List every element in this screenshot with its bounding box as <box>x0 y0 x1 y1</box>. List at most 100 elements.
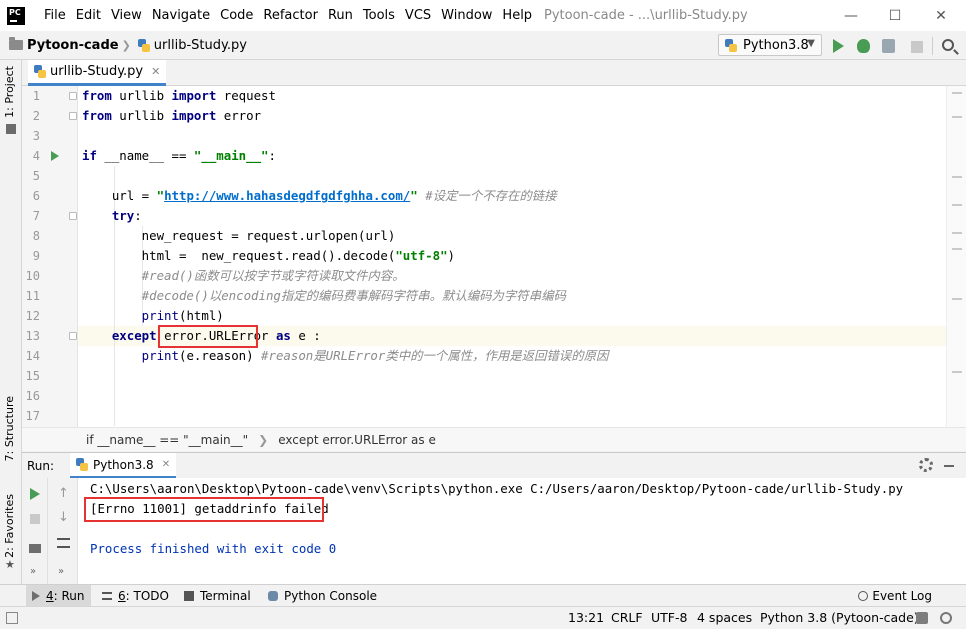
tool-window-toggle-icon[interactable] <box>6 612 18 624</box>
code-line-7: try: <box>82 208 142 223</box>
run-icon[interactable] <box>833 39 844 53</box>
menu-refactor[interactable]: Refactor <box>258 0 323 31</box>
annotation-highlight-error <box>84 497 324 522</box>
code-line-10: #read()函数可以按字节或字符读取文件内容。 <box>82 268 405 283</box>
close-icon[interactable]: ✕ <box>918 0 964 31</box>
breadcrumb-except[interactable]: except error.URLError as e <box>278 433 436 447</box>
tool-tab-run-number: 4 <box>46 589 54 603</box>
menu-bar: File Edit View Navigate Code Refactor Ru… <box>39 0 537 31</box>
menu-code[interactable]: Code <box>215 0 258 31</box>
breadcrumb-project[interactable]: Pytoon-cade <box>0 37 119 53</box>
fold-marker-icon[interactable] <box>69 92 77 100</box>
menu-navigate[interactable]: Navigate <box>147 0 215 31</box>
bottom-tool-tabs: 4: Run 6: TODO Terminal Python Console E… <box>0 584 966 607</box>
arrow-up-icon[interactable]: ↑ <box>58 486 69 501</box>
caret-position[interactable]: 13:21 <box>568 610 604 625</box>
soft-wrap-icon[interactable] <box>57 538 70 548</box>
tool-tab-run[interactable]: 4: Run <box>26 585 91 607</box>
breadcrumb-if-main[interactable]: if __name__ == "__main__" <box>86 433 248 447</box>
breadcrumb-file[interactable]: urllib-Study.py <box>134 38 247 53</box>
editor-scroll-strip[interactable] <box>946 86 966 427</box>
menu-edit[interactable]: Edit <box>71 0 106 31</box>
stripe-mark[interactable] <box>952 248 962 250</box>
stop-icon[interactable] <box>911 41 923 53</box>
tool-tab-todo[interactable]: 6: TODO <box>96 585 175 607</box>
menu-tools[interactable]: Tools <box>358 0 400 31</box>
file-name: urllib-Study.py <box>153 37 247 53</box>
line-number: 11 <box>25 289 40 303</box>
lock-icon[interactable] <box>916 612 928 624</box>
editor-gutter: 1 2 3 4 5 6 7 8 9 10 11 12 13 14 15 16 1… <box>22 86 78 427</box>
run-configuration-select[interactable]: Python3.8 ▼ <box>718 34 822 56</box>
code-line-12: print(html) <box>82 308 224 323</box>
title-bar: PC File Edit View Navigate Code Refactor… <box>0 0 966 31</box>
run-tab-python38[interactable]: Python3.8 ✕ <box>70 453 177 479</box>
structure-tool-tab[interactable]: 7: Structure <box>3 396 16 461</box>
debug-icon[interactable] <box>857 39 870 53</box>
coverage-icon[interactable] <box>882 39 895 53</box>
line-number: 15 <box>25 369 40 383</box>
terminal-icon <box>184 591 194 601</box>
editor-tab-urllib-study[interactable]: urllib-Study.py ✕ <box>28 60 167 86</box>
code-line-14: print(e.reason) #reason是URLError类中的一个属性，… <box>82 348 609 363</box>
stripe-mark[interactable] <box>952 176 962 178</box>
layout-icon[interactable] <box>29 544 41 553</box>
stripe-mark[interactable] <box>952 92 962 94</box>
line-number: 10 <box>25 269 40 283</box>
search-icon[interactable] <box>942 39 954 51</box>
fold-marker-icon[interactable] <box>69 332 77 340</box>
indent-setting[interactable]: 4 spaces <box>697 610 752 625</box>
interpreter-status[interactable]: Python 3.8 (Pytoon-cade) <box>760 610 919 625</box>
more-icon[interactable]: » <box>58 566 64 577</box>
tool-tab-event-log[interactable]: Event Log <box>858 585 932 607</box>
chevron-right-icon: ❯ <box>121 38 131 52</box>
menu-vcs[interactable]: VCS <box>400 0 436 31</box>
line-number: 9 <box>32 249 40 263</box>
fold-marker-icon[interactable] <box>69 112 77 120</box>
stripe-mark[interactable] <box>952 371 962 373</box>
event-log-label: Event Log <box>872 589 932 603</box>
menu-run[interactable]: Run <box>323 0 358 31</box>
line-separator[interactable]: CRLF <box>611 610 643 625</box>
code-text: from urllib import request from urllib i… <box>82 86 946 427</box>
folder-icon <box>9 37 23 50</box>
hide-panel-icon[interactable] <box>944 465 954 467</box>
file-encoding[interactable]: UTF-8 <box>651 610 687 625</box>
minimize-icon[interactable]: — <box>828 0 874 31</box>
gear-icon[interactable] <box>919 458 933 472</box>
run-panel-label: Run: <box>27 458 55 473</box>
stripe-mark[interactable] <box>952 116 962 118</box>
status-bar: 13:21 CRLF UTF-8 4 spaces Python 3.8 (Py… <box>0 606 966 629</box>
stop-icon[interactable] <box>30 514 40 524</box>
code-editor[interactable]: 1 2 3 4 5 6 7 8 9 10 11 12 13 14 15 16 1… <box>22 86 966 427</box>
inspector-icon[interactable] <box>940 612 952 624</box>
toolbar-divider <box>932 37 933 55</box>
close-tab-icon[interactable]: ✕ <box>162 459 170 470</box>
close-tab-icon[interactable]: ✕ <box>151 65 160 78</box>
code-breadcrumb: if __name__ == "__main__" ❯ except error… <box>22 427 966 451</box>
menu-window[interactable]: Window <box>436 0 497 31</box>
todo-icon <box>102 592 112 600</box>
left-tool-strip: 1: Project 7: Structure 2: Favorites ★ <box>0 60 22 584</box>
menu-file[interactable]: File <box>39 0 71 31</box>
favorites-tool-tab[interactable]: 2: Favorites <box>3 494 16 558</box>
editor-tab-label: urllib-Study.py <box>50 64 144 79</box>
run-toolbar-secondary: ↑ ↓ » <box>48 478 78 584</box>
maximize-icon[interactable]: ☐ <box>872 0 918 31</box>
stripe-mark[interactable] <box>952 298 962 300</box>
event-log-icon <box>858 591 869 601</box>
stripe-mark[interactable] <box>952 232 962 234</box>
arrow-down-icon[interactable]: ↓ <box>58 510 69 525</box>
line-number: 4 <box>32 149 40 163</box>
rerun-icon[interactable] <box>30 488 40 500</box>
menu-help[interactable]: Help <box>497 0 537 31</box>
tool-tab-python-console[interactable]: Python Console <box>262 585 383 607</box>
stripe-mark[interactable] <box>952 204 962 206</box>
more-icon[interactable]: » <box>30 566 36 577</box>
run-gutter-icon[interactable] <box>51 151 59 161</box>
menu-view[interactable]: View <box>106 0 147 31</box>
fold-marker-icon[interactable] <box>69 212 77 220</box>
project-tool-tab[interactable]: 1: Project <box>3 66 16 118</box>
tool-tab-terminal[interactable]: Terminal <box>178 585 257 607</box>
run-console[interactable]: C:\Users\aaron\Desktop\Pytoon-cade\venv\… <box>78 478 966 584</box>
